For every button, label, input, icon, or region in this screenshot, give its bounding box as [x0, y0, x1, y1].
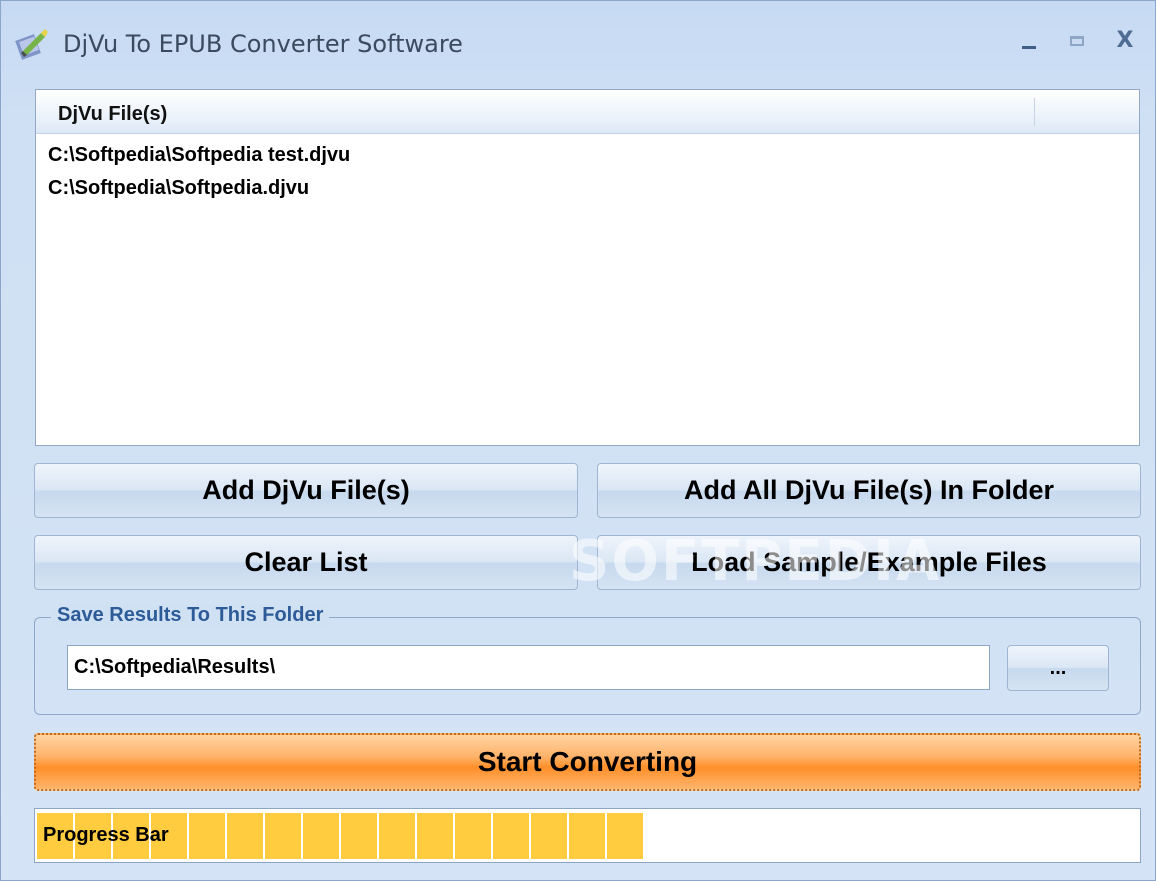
- output-folder-input[interactable]: [67, 645, 990, 690]
- minimize-icon: [1022, 45, 1036, 49]
- list-header: DjVu File(s): [36, 90, 1139, 134]
- maximize-icon: [1070, 36, 1084, 46]
- progress-segment: [379, 813, 415, 859]
- progress-segment: [531, 813, 567, 859]
- minimize-button[interactable]: [1009, 23, 1049, 59]
- close-icon: X: [1116, 28, 1134, 53]
- progress-bar: Progress Bar: [34, 808, 1141, 863]
- list-item[interactable]: C:\Softpedia\Softpedia test.djvu: [48, 140, 1139, 173]
- browse-folder-button[interactable]: ...: [1007, 645, 1109, 691]
- progress-segment: [493, 813, 529, 859]
- progress-segment: [227, 813, 263, 859]
- clear-list-button[interactable]: Clear List: [34, 535, 578, 590]
- progress-label: Progress Bar: [43, 824, 169, 846]
- column-separator[interactable]: [1034, 98, 1035, 126]
- app-icon: [15, 27, 49, 61]
- add-djvu-files-button[interactable]: Add DjVu File(s): [34, 463, 578, 518]
- title-bar[interactable]: DjVu To EPUB Converter Software X: [1, 1, 1155, 85]
- progress-segment: [569, 813, 605, 859]
- close-button[interactable]: X: [1105, 23, 1145, 59]
- progress-segment: [607, 813, 643, 859]
- list-rows: C:\Softpedia\Softpedia test.djvu C:\Soft…: [36, 134, 1139, 206]
- file-list[interactable]: DjVu File(s) C:\Softpedia\Softpedia test…: [35, 89, 1140, 446]
- progress-segment: [341, 813, 377, 859]
- progress-segment: [265, 813, 301, 859]
- progress-segment: [455, 813, 491, 859]
- app-window: DjVu To EPUB Converter Software X DjVu F…: [0, 0, 1156, 881]
- column-header-djvu-files[interactable]: DjVu File(s): [58, 103, 167, 126]
- progress-segment: [417, 813, 453, 859]
- progress-segment: [189, 813, 225, 859]
- list-item[interactable]: C:\Softpedia\Softpedia.djvu: [48, 173, 1139, 206]
- start-converting-button[interactable]: Start Converting: [34, 733, 1141, 791]
- load-sample-files-button[interactable]: Load Sample/Example Files: [597, 535, 1141, 590]
- group-title: Save Results To This Folder: [51, 604, 330, 627]
- progress-segment: [303, 813, 339, 859]
- add-folder-button[interactable]: Add All DjVu File(s) In Folder: [597, 463, 1141, 518]
- save-folder-group: Save Results To This Folder ...: [34, 604, 1141, 715]
- window-title: DjVu To EPUB Converter Software: [63, 30, 463, 58]
- maximize-button[interactable]: [1057, 23, 1097, 59]
